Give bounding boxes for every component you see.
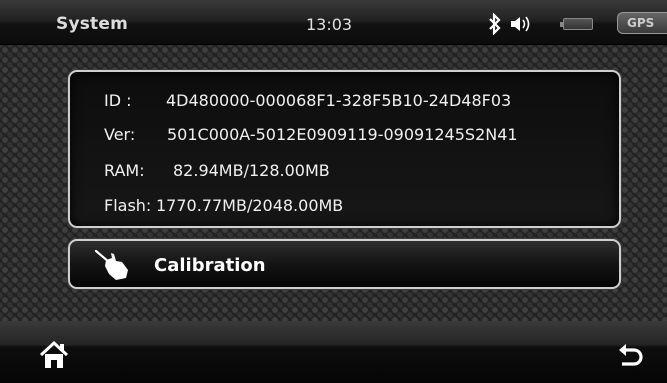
clock: 13:03 [306,15,353,34]
bottom-bar [0,321,667,383]
ram-value: 82.94MB/128.00MB [173,161,330,180]
info-label: Flash: [104,196,152,215]
info-label: ID : [104,91,132,110]
bluetooth-icon [489,13,501,35]
flash-value: 1770.77MB/2048.00MB [156,196,344,215]
volume-icon [511,16,530,32]
calibration-button[interactable]: Calibration [68,239,621,289]
home-icon[interactable] [38,340,70,370]
status-bar: System 13:03 GPS [0,0,667,45]
gps-status-button[interactable]: GPS [617,12,667,34]
system-info-panel: ID : 4D480000-000068F1-328F5B10-24D48F03… [68,70,621,228]
device-id-value: 4D480000-000068F1-328F5B10-24D48F03 [166,91,512,110]
info-row-flash: Flash: 1770.77MB/2048.00MB [104,196,343,215]
version-value: 501C000A-5012E0909119-09091245S2N41 [167,125,518,144]
info-label: Ver: [104,125,136,144]
page-title: System [56,14,129,34]
battery-icon [560,18,593,30]
info-row-ram: RAM: 82.94MB/128.00MB [104,161,330,180]
back-arrow-icon[interactable] [617,343,645,371]
info-row-id: ID : 4D480000-000068F1-328F5B10-24D48F03 [104,91,511,110]
stylus-hand-icon [94,249,128,280]
info-label: RAM: [104,161,145,180]
info-row-version: Ver: 501C000A-5012E0909119-09091245S2N41 [104,125,518,144]
calibration-label: Calibration [154,255,266,276]
